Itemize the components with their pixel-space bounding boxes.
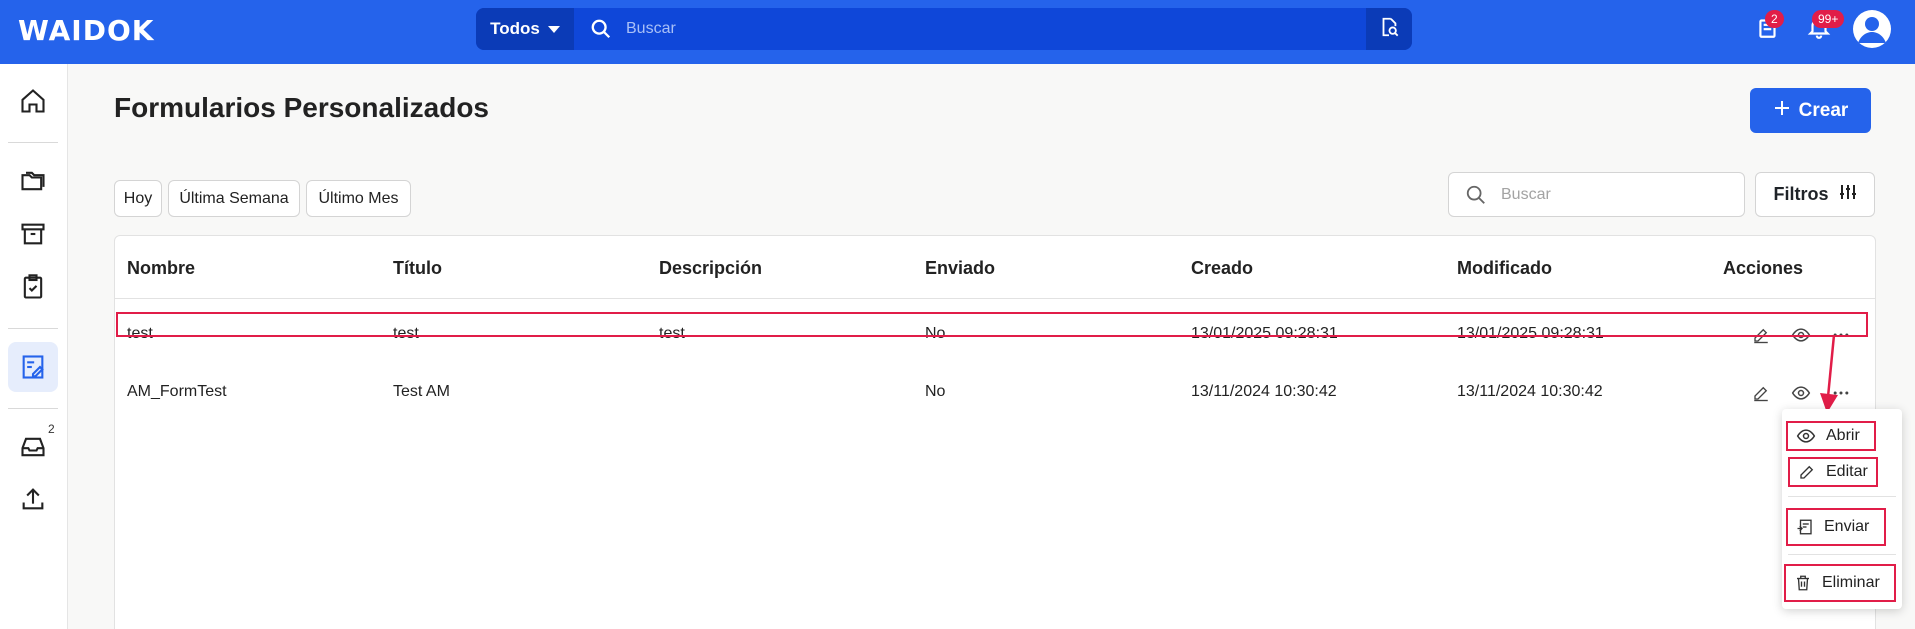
sidebar: 2 bbox=[0, 64, 68, 629]
inbox-icon bbox=[21, 437, 45, 457]
clipboard-check-icon bbox=[23, 274, 43, 299]
column-header-name[interactable]: Nombre bbox=[127, 258, 195, 279]
chevron-down-icon bbox=[547, 25, 560, 33]
sidebar-item-home[interactable] bbox=[8, 76, 58, 126]
page-title: Formularios Personalizados bbox=[114, 92, 489, 123]
sliders-icon bbox=[1839, 183, 1857, 206]
sidebar-item-inbox[interactable]: 2 bbox=[8, 422, 58, 472]
pencil-icon bbox=[1800, 465, 1814, 479]
cell-sent: No bbox=[925, 383, 946, 400]
selected-row-highlight bbox=[116, 312, 1868, 337]
search-icon bbox=[590, 18, 612, 45]
sidebar-item-archive[interactable] bbox=[8, 209, 58, 259]
filter-chip-today[interactable]: Hoy bbox=[114, 180, 162, 217]
cell-created: 13/11/2024 10:30:42 bbox=[1191, 383, 1337, 400]
inbox-badge: 2 bbox=[48, 422, 55, 436]
avatar[interactable] bbox=[1853, 10, 1891, 48]
arrow-down-icon bbox=[1820, 334, 1838, 413]
search-scope-dropdown[interactable]: Todos bbox=[476, 8, 574, 50]
menu-item-edit[interactable]: Editar bbox=[1788, 457, 1878, 487]
tasks-button[interactable]: 2 bbox=[1755, 10, 1784, 45]
advanced-search-button[interactable] bbox=[1366, 8, 1412, 50]
column-header-description[interactable]: Descripción bbox=[659, 258, 762, 279]
sidebar-divider bbox=[8, 408, 58, 409]
column-header-created[interactable]: Creado bbox=[1191, 258, 1253, 279]
alerts-button[interactable]: 99+ bbox=[1806, 10, 1845, 45]
create-button-label: Crear bbox=[1798, 99, 1849, 121]
upload-icon bbox=[22, 488, 44, 510]
table-search-input[interactable] bbox=[1501, 173, 1731, 216]
filter-chip-last-week[interactable]: Última Semana bbox=[168, 180, 300, 217]
search-icon bbox=[1465, 184, 1487, 211]
alerts-badge: 99+ bbox=[1812, 10, 1845, 28]
filter-chip-last-month[interactable]: Último Mes bbox=[306, 180, 411, 217]
menu-item-edit-label: Editar bbox=[1826, 463, 1868, 480]
home-icon bbox=[21, 89, 45, 113]
sidebar-divider bbox=[8, 142, 58, 143]
edit-row-button[interactable] bbox=[1749, 381, 1773, 405]
table-search-field bbox=[1448, 172, 1745, 217]
menu-item-delete-label: Eliminar bbox=[1822, 574, 1880, 591]
row-actions-menu: Abrir Editar Enviar Eliminar bbox=[1782, 409, 1902, 609]
menu-divider bbox=[1788, 554, 1896, 555]
menu-item-delete[interactable]: Eliminar bbox=[1784, 564, 1896, 602]
sidebar-item-forms[interactable] bbox=[8, 342, 58, 392]
send-document-icon bbox=[1797, 519, 1812, 535]
folders-icon bbox=[21, 171, 45, 191]
app-logo[interactable]: WAIDOK bbox=[18, 14, 154, 47]
pencil-icon bbox=[1754, 386, 1768, 402]
menu-divider bbox=[1788, 496, 1896, 497]
table-header: Nombre Título Descripción Enviado Creado… bbox=[115, 236, 1875, 299]
view-row-button[interactable] bbox=[1789, 381, 1813, 405]
eye-icon bbox=[1791, 386, 1811, 400]
global-search-bar: Todos bbox=[476, 8, 1412, 50]
sidebar-divider bbox=[8, 328, 58, 329]
menu-item-open[interactable]: Abrir bbox=[1786, 421, 1876, 451]
column-header-title[interactable]: Título bbox=[393, 258, 442, 279]
plus-icon bbox=[1773, 99, 1791, 123]
sidebar-item-folders[interactable] bbox=[8, 156, 58, 206]
search-scope-label: Todos bbox=[490, 19, 540, 38]
cell-modified: 13/11/2024 10:30:42 bbox=[1457, 383, 1603, 400]
sidebar-item-upload[interactable] bbox=[8, 474, 58, 524]
cell-name: AM_FormTest bbox=[127, 383, 227, 400]
forms-table: Nombre Título Descripción Enviado Creado… bbox=[114, 235, 1876, 629]
archive-icon bbox=[21, 223, 45, 245]
global-search-input[interactable] bbox=[626, 8, 1326, 50]
table-row[interactable]: AM_FormTest Test AM No 13/11/2024 10:30:… bbox=[115, 373, 1875, 413]
column-header-actions: Acciones bbox=[1723, 258, 1804, 278]
cell-title: Test AM bbox=[393, 383, 450, 400]
trash-icon bbox=[1797, 575, 1809, 591]
column-header-modified[interactable]: Modificado bbox=[1457, 258, 1552, 279]
forms-icon bbox=[22, 355, 44, 379]
menu-item-open-label: Abrir bbox=[1826, 427, 1860, 444]
filters-button[interactable]: Filtros bbox=[1755, 172, 1875, 217]
notifications-badge: 2 bbox=[1765, 10, 1784, 28]
menu-item-send[interactable]: Enviar bbox=[1786, 508, 1886, 546]
eye-icon bbox=[1796, 429, 1816, 443]
menu-item-send-label: Enviar bbox=[1824, 518, 1870, 535]
column-header-sent[interactable]: Enviado bbox=[925, 258, 995, 279]
create-button[interactable]: Crear bbox=[1750, 88, 1871, 133]
sidebar-item-tasks[interactable] bbox=[8, 262, 58, 312]
user-icon bbox=[1858, 17, 1886, 43]
document-search-icon bbox=[1378, 16, 1400, 43]
filters-button-label: Filtros bbox=[1773, 184, 1829, 204]
top-bar: WAIDOK Todos 2 99+ bbox=[0, 0, 1915, 64]
